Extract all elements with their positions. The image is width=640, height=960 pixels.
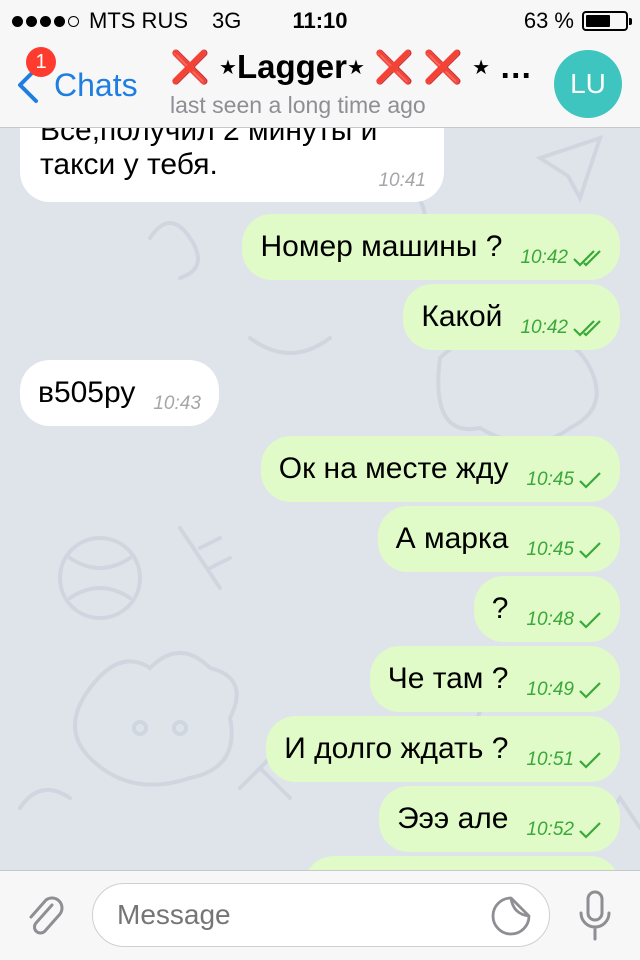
message-input[interactable] [92, 883, 550, 947]
red-cross-emoji-icon: ❌ [423, 49, 463, 85]
red-cross-emoji-icon: ❌ [170, 49, 210, 85]
message-time: 10:41 [378, 170, 426, 191]
check-icon [579, 752, 601, 769]
message-text: в505ру [38, 376, 136, 409]
unread-badge: 1 [26, 47, 56, 77]
double-check-icon [573, 250, 601, 267]
check-icon [579, 472, 601, 489]
outgoing-message-partial[interactable] [304, 856, 620, 870]
microphone-icon[interactable] [575, 889, 615, 943]
status-bar: MTS RUS 3G 11:10 63 % [0, 0, 640, 40]
incoming-message[interactable]: в505ру 10:43 [20, 360, 219, 426]
composer-bar [0, 870, 640, 960]
message-text: А марка [395, 522, 509, 555]
check-icon [579, 682, 601, 699]
back-label: Chats [54, 66, 138, 103]
battery-icon [582, 11, 632, 31]
message-text: И долго ждать ? [284, 732, 509, 765]
message-text: Номер машины ? [260, 230, 503, 263]
message-list[interactable]: Все,получил 2 минуты и такси у тебя. 10:41… [0, 128, 640, 870]
message-text: Все,получил 2 минуты и [40, 128, 378, 147]
battery-percent: 63 % [523, 8, 574, 33]
check-icon [579, 542, 601, 559]
status-right: 63 % [523, 8, 632, 34]
star-icon: ★ [219, 57, 237, 79]
message-time: 10:42 [520, 317, 568, 338]
star-icon: ★ [346, 57, 365, 79]
outgoing-message[interactable]: А марка 10:45 [377, 506, 620, 572]
check-icon [579, 822, 601, 839]
outgoing-message[interactable]: ? 10:48 [473, 576, 620, 642]
outgoing-message[interactable]: И долго ждать ? 10:51 [266, 716, 620, 782]
message-time: 10:49 [526, 679, 574, 700]
check-icon [579, 612, 601, 629]
message-time: 10:52 [526, 819, 574, 840]
chat-header: Chats 1 ❌ ★Lagger★ ❌ ❌ ★ … last seen a l… [0, 40, 640, 128]
outgoing-message[interactable]: Номер машины ? 10:42 [242, 214, 620, 280]
avatar[interactable]: LU [554, 50, 622, 118]
outgoing-message[interactable]: Эээ але 10:52 [379, 786, 620, 852]
double-check-icon [573, 320, 601, 337]
message-time: 10:45 [526, 539, 574, 560]
red-cross-emoji-icon: ❌ [374, 49, 414, 85]
last-seen-status: last seen a long time ago [170, 92, 426, 118]
message-text: Че там ? [387, 662, 509, 695]
message-time: 10:48 [526, 609, 574, 630]
message-row: такси у тебя. 10:41 [40, 148, 426, 192]
title-ellipsis: … [490, 48, 530, 85]
message-time: 10:51 [526, 749, 574, 770]
sticker-icon[interactable] [490, 895, 532, 937]
outgoing-message[interactable]: Какой 10:42 [403, 284, 620, 350]
paperclip-icon[interactable] [22, 893, 70, 941]
message-text: такси у тебя. [40, 148, 218, 181]
chat-title[interactable]: ❌ ★Lagger★ ❌ ❌ ★ … [170, 48, 530, 86]
battery-level [586, 15, 610, 27]
outgoing-message[interactable]: Че там ? 10:49 [369, 646, 620, 712]
message-text: ? [491, 592, 509, 625]
message-text: Какой [421, 300, 503, 333]
message-text: Эээ але [397, 802, 509, 835]
star-icon: ★ [472, 57, 491, 79]
message-time: 10:45 [526, 469, 574, 490]
message-time: 10:43 [153, 393, 201, 414]
incoming-message[interactable]: Все,получил 2 минуты и такси у тебя. 10:41 [20, 128, 444, 202]
message-time: 10:42 [520, 247, 568, 268]
message-text: Ок на месте жду [278, 452, 509, 485]
contact-name: Lagger [236, 48, 347, 85]
outgoing-message[interactable]: Ок на месте жду 10:45 [260, 436, 620, 502]
